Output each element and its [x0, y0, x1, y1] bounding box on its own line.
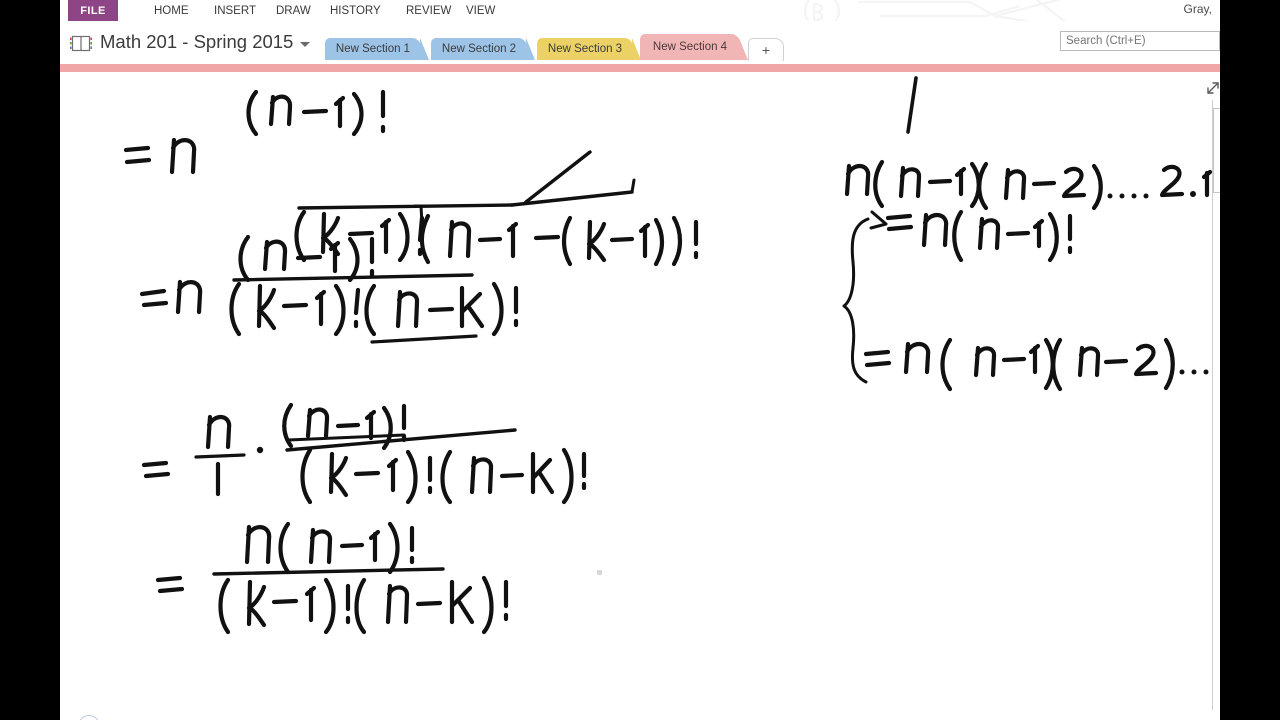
ribbon-tab-view[interactable]: VIEW — [460, 0, 501, 21]
chevron-down-icon[interactable] — [300, 42, 310, 47]
section-tab-new-section-1[interactable]: New Section 1 — [325, 38, 429, 60]
page-canvas[interactable] — [60, 72, 1220, 720]
search-input[interactable] — [1060, 31, 1220, 51]
user-account-label[interactable]: Gray, — [1184, 2, 1212, 16]
screen-root: FILE HOME INSERT DRAW HISTORY REVIEW VIE… — [0, 0, 1280, 720]
section-tab-new-section-3[interactable]: New Section 3 — [537, 38, 641, 60]
handwriting-ink-layer — [123, 76, 1220, 635]
section-tab-new-section-4[interactable]: New Section 4 — [640, 34, 748, 60]
add-section-button[interactable]: + — [748, 38, 784, 61]
notebook-title[interactable]: Math 201 - Spring 2015 — [100, 31, 293, 53]
file-menu-button[interactable]: FILE — [68, 0, 118, 21]
expand-arrow-icon[interactable] — [1205, 82, 1219, 96]
ink-cursor-mark — [597, 570, 602, 575]
vertical-scrollbar[interactable] — [1212, 100, 1220, 710]
section-accent-bar — [60, 64, 1220, 72]
ribbon-tab-insert[interactable]: INSERT — [208, 0, 262, 21]
ribbon-tab-home[interactable]: HOME — [148, 0, 195, 21]
onenote-window: FILE HOME INSERT DRAW HISTORY REVIEW VIE… — [60, 0, 1220, 720]
ribbon-tab-draw[interactable]: DRAW — [270, 0, 317, 21]
notebook-nav-row: Math 201 - Spring 2015 New Section 1 New… — [60, 21, 1220, 64]
section-tab-new-section-2[interactable]: New Section 2 — [431, 38, 535, 60]
ribbon-tab-history[interactable]: HISTORY — [324, 0, 387, 21]
notebook-icon — [70, 35, 92, 52]
scrollbar-thumb[interactable] — [1213, 108, 1220, 193]
title-bar: FILE HOME INSERT DRAW HISTORY REVIEW VIE… — [60, 0, 1220, 34]
ribbon-tab-review[interactable]: REVIEW — [400, 0, 457, 21]
